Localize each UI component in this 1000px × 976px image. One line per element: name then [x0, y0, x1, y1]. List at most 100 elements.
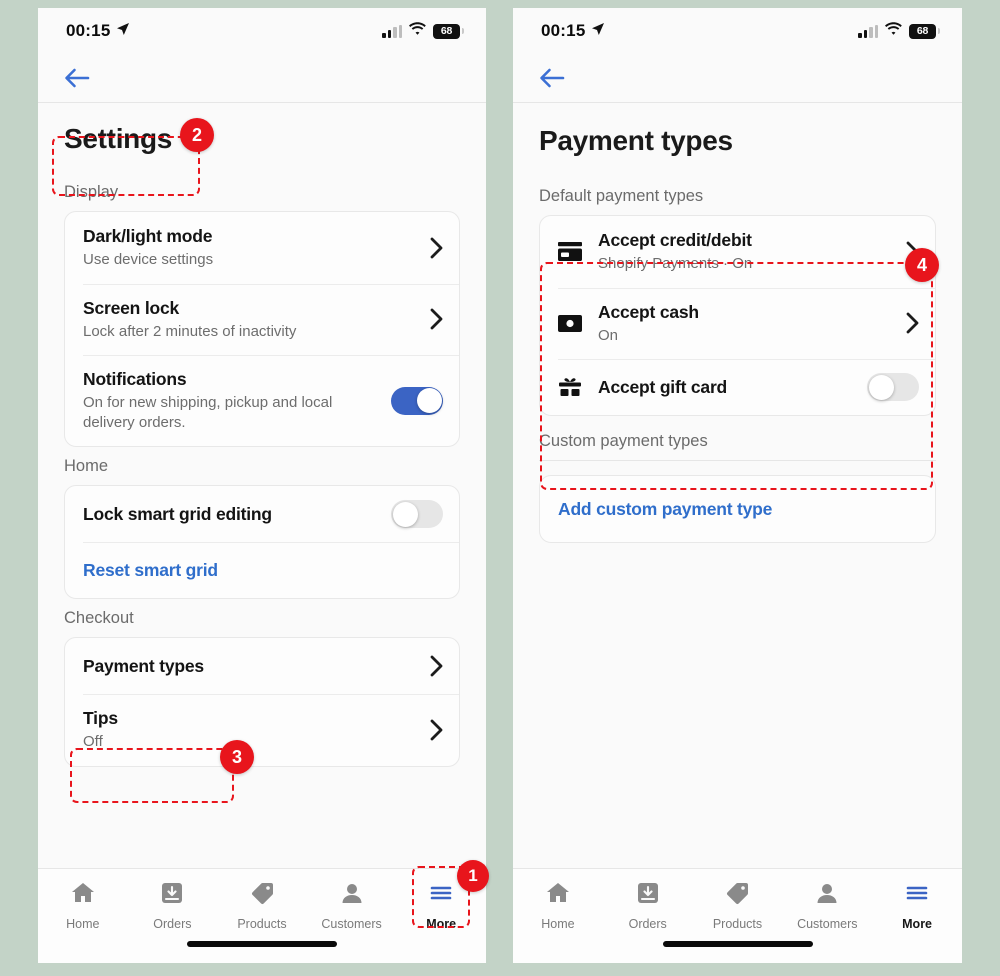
tab-orders[interactable]: Orders	[128, 881, 218, 931]
reset-smart-grid-link[interactable]: Reset smart grid	[83, 560, 218, 581]
back-arrow-icon[interactable]	[539, 67, 565, 89]
accept-gift-card-toggle[interactable]	[867, 373, 919, 401]
tab-customers[interactable]: Customers	[782, 881, 872, 931]
row-reset-smart-grid[interactable]: Reset smart grid	[65, 542, 459, 598]
notifications-toggle[interactable]	[391, 386, 443, 415]
status-bar-time-group: 00:15	[66, 21, 130, 41]
cellular-bars-icon	[382, 24, 402, 38]
row-title: Accept gift card	[598, 376, 728, 397]
row-title: Lock smart grid editing	[83, 503, 272, 524]
settings-card-checkout: Payment types Tips Off	[64, 637, 460, 767]
row-accept-credit-debit[interactable]: Accept credit/debit Shopify Payments · O…	[540, 216, 935, 288]
chevron-right-icon	[430, 308, 443, 330]
status-bar-time: 00:15	[541, 21, 586, 40]
row-title: Screen lock	[83, 297, 180, 318]
screenshot-stage: 00:15 68 Settings Display Dark/light mod…	[0, 0, 1000, 976]
row-title: Accept cash	[598, 301, 699, 322]
section-label-display: Display	[64, 183, 119, 201]
row-title: Payment types	[83, 655, 204, 676]
settings-scroll-area: Display Dark/light mode Use device setti…	[38, 183, 486, 767]
lock-smart-grid-toggle[interactable]	[391, 500, 443, 528]
row-title: Notifications	[83, 369, 187, 389]
location-arrow-icon	[116, 21, 130, 41]
row-text: Notifications On for new shipping, picku…	[83, 369, 381, 432]
chevron-right-icon	[430, 237, 443, 259]
cash-bill-icon	[558, 314, 586, 332]
battery-indicator: 68	[909, 23, 945, 39]
custom-payment-types-card: Add custom payment type	[539, 475, 936, 543]
section-label-default-payment-types: Default payment types	[539, 187, 704, 205]
tab-label: Orders	[153, 917, 192, 931]
battery-level: 68	[916, 25, 929, 37]
status-bar-right: 00:15 68	[513, 8, 962, 54]
row-text: Accept gift card	[598, 377, 857, 398]
row-text: Screen lock Lock after 2 minutes of inac…	[83, 298, 420, 342]
row-text: Accept credit/debit Shopify Payments · O…	[598, 230, 896, 274]
home-indicator	[662, 941, 813, 947]
house-icon	[545, 881, 571, 910]
status-bar-indicators: 68	[858, 22, 945, 40]
tab-more[interactable]: More	[872, 881, 962, 931]
annotation-badge-1: 1	[457, 860, 489, 892]
phone-screen-payment-types: 00:15 68 Payment types Default payment t…	[513, 8, 962, 963]
row-text: Tips Off	[83, 708, 420, 752]
row-title: Accept credit/debit	[598, 230, 752, 250]
chevron-right-icon	[430, 655, 443, 677]
house-icon	[70, 881, 96, 910]
tab-label: Orders	[628, 917, 667, 931]
row-notifications[interactable]: Notifications On for new shipping, picku…	[65, 355, 459, 446]
wifi-icon	[885, 22, 902, 40]
tab-label: More	[902, 917, 933, 931]
tab-label: More	[426, 917, 457, 931]
chevron-right-icon	[906, 312, 919, 334]
row-accept-gift-card[interactable]: Accept gift card	[540, 359, 935, 415]
row-lock-smart-grid-editing[interactable]: Lock smart grid editing	[65, 486, 459, 542]
row-tips[interactable]: Tips Off	[65, 694, 459, 766]
status-bar-left: 00:15 68	[38, 8, 486, 54]
annotation-badge-4: 4	[905, 248, 939, 282]
row-dark-light-mode[interactable]: Dark/light mode Use device settings	[65, 212, 459, 284]
battery-indicator: 68	[433, 23, 469, 39]
row-screen-lock[interactable]: Screen lock Lock after 2 minutes of inac…	[65, 283, 459, 356]
phone-screen-settings: 00:15 68 Settings Display Dark/light mod…	[38, 8, 486, 963]
chevron-right-icon	[430, 719, 443, 741]
row-text: Dark/light mode Use device settings	[83, 226, 420, 270]
add-custom-payment-type-link[interactable]: Add custom payment type	[558, 499, 772, 520]
row-title: Tips	[83, 708, 118, 728]
back-arrow-icon[interactable]	[64, 67, 90, 89]
hamburger-menu-icon	[428, 881, 454, 910]
tab-orders[interactable]: Orders	[603, 881, 693, 931]
section-label-home: Home	[64, 457, 109, 475]
tab-home[interactable]: Home	[513, 881, 603, 931]
row-subtitle: Use device settings	[83, 251, 214, 268]
tab-label: Customers	[797, 917, 858, 931]
tab-label: Home	[541, 917, 575, 931]
tab-products[interactable]: Products	[217, 881, 307, 931]
price-tag-icon	[249, 881, 275, 910]
tab-label: Products	[712, 917, 763, 931]
settings-card-display: Dark/light mode Use device settings Scre…	[64, 211, 460, 447]
row-text: Accept cash On	[598, 302, 896, 346]
settings-card-home: Lock smart grid editing Reset smart grid	[64, 485, 460, 599]
default-payment-types-card: Accept credit/debit Shopify Payments · O…	[539, 215, 936, 416]
inbox-download-icon	[159, 881, 185, 910]
tab-label: Customers	[321, 917, 382, 931]
person-icon	[339, 881, 365, 910]
row-subtitle: Lock after 2 minutes of inactivity	[83, 322, 297, 340]
person-icon	[814, 881, 840, 910]
row-title: Dark/light mode	[83, 226, 213, 246]
row-add-custom-payment-type[interactable]: Add custom payment type	[540, 476, 935, 542]
section-label-custom-payment-types: Custom payment types	[539, 432, 708, 450]
hamburger-menu-icon	[904, 881, 930, 910]
nav-bar-right	[513, 54, 962, 102]
tab-products[interactable]: Products	[693, 881, 783, 931]
status-bar-indicators: 68	[382, 22, 469, 40]
row-payment-types[interactable]: Payment types	[65, 638, 459, 694]
tab-customers[interactable]: Customers	[307, 881, 397, 931]
credit-card-icon	[558, 242, 586, 262]
row-accept-cash[interactable]: Accept cash On	[540, 287, 935, 360]
inbox-download-icon	[635, 881, 661, 910]
row-subtitle: On for new shipping, pickup and local de…	[83, 394, 333, 431]
tab-label: Products	[237, 917, 287, 931]
tab-home[interactable]: Home	[38, 881, 128, 931]
